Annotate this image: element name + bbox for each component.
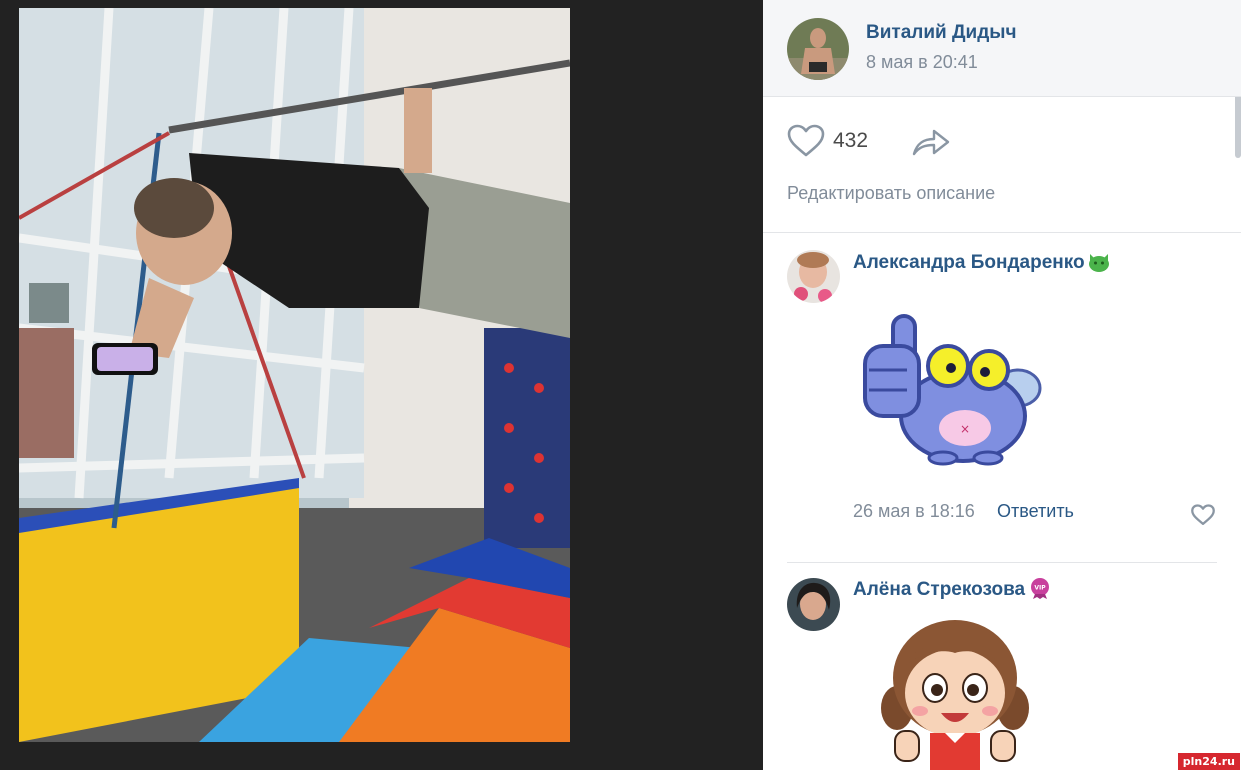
share-arrow-icon[interactable] [911,127,951,157]
post-side-panel: Виталий Дидыч 8 мая в 20:41 432 Редактир… [763,0,1241,770]
cat-face-icon[interactable] [1087,250,1111,274]
commenter-name[interactable]: Александра Бондаренко [853,252,1085,274]
edit-description-link[interactable]: Редактировать описание [787,183,995,204]
reply-link[interactable]: Ответить [997,501,1074,522]
commenter-avatar[interactable] [787,578,840,631]
like-count: 432 [833,129,869,152]
post-actions: 432 Редактировать описание [763,97,1241,233]
author-avatar-image [787,18,849,80]
post-header: Виталий Дидыч 8 мая в 20:41 [763,0,1241,97]
photo-viewer: Виталий Дидыч 8 мая в 20:41 432 Редактир… [0,0,1241,770]
vip-badge-icon[interactable]: VIP [1028,576,1052,600]
heart-outline-icon[interactable] [787,124,825,158]
svg-text:VIP: VIP [1034,585,1046,592]
cat-face-svg [1089,254,1109,272]
thumbs-up-fly-svg: × [863,314,1042,466]
watermark-label: pln24.ru [1177,753,1240,770]
girl-thumbs-up-svg [881,620,1029,770]
commenter-avatar[interactable] [787,250,840,303]
commenter-avatar-image [787,578,840,631]
commenter-avatar-image [787,250,840,303]
commenter-name[interactable]: Алёна Стрекозова [853,579,1025,601]
comment-heart-icon[interactable] [1191,504,1215,526]
comment-item: Александра Бондаренко × 26 мая в 18:16 О… [763,233,1241,563]
share-arrow-svg [912,129,950,156]
comment-date[interactable]: 26 мая в 18:16 [853,501,975,522]
photo-illustration [19,8,570,742]
post-photo[interactable] [19,8,570,742]
like-heart-svg [787,124,825,157]
vip-badge-svg: VIP [1031,578,1049,599]
author-name[interactable]: Виталий Дидыч [866,22,1017,44]
photo-area[interactable] [0,0,763,770]
svg-text:×: × [960,422,970,436]
author-avatar[interactable] [787,18,849,80]
comment-item: Алёна Стрекозова VIP [763,563,1241,770]
comment-heart-svg [1191,504,1215,525]
thumbs-up-fly-sticker: × [863,308,1043,473]
girl-thumbs-up-sticker [875,613,1035,770]
post-date[interactable]: 8 мая в 20:41 [866,52,978,73]
